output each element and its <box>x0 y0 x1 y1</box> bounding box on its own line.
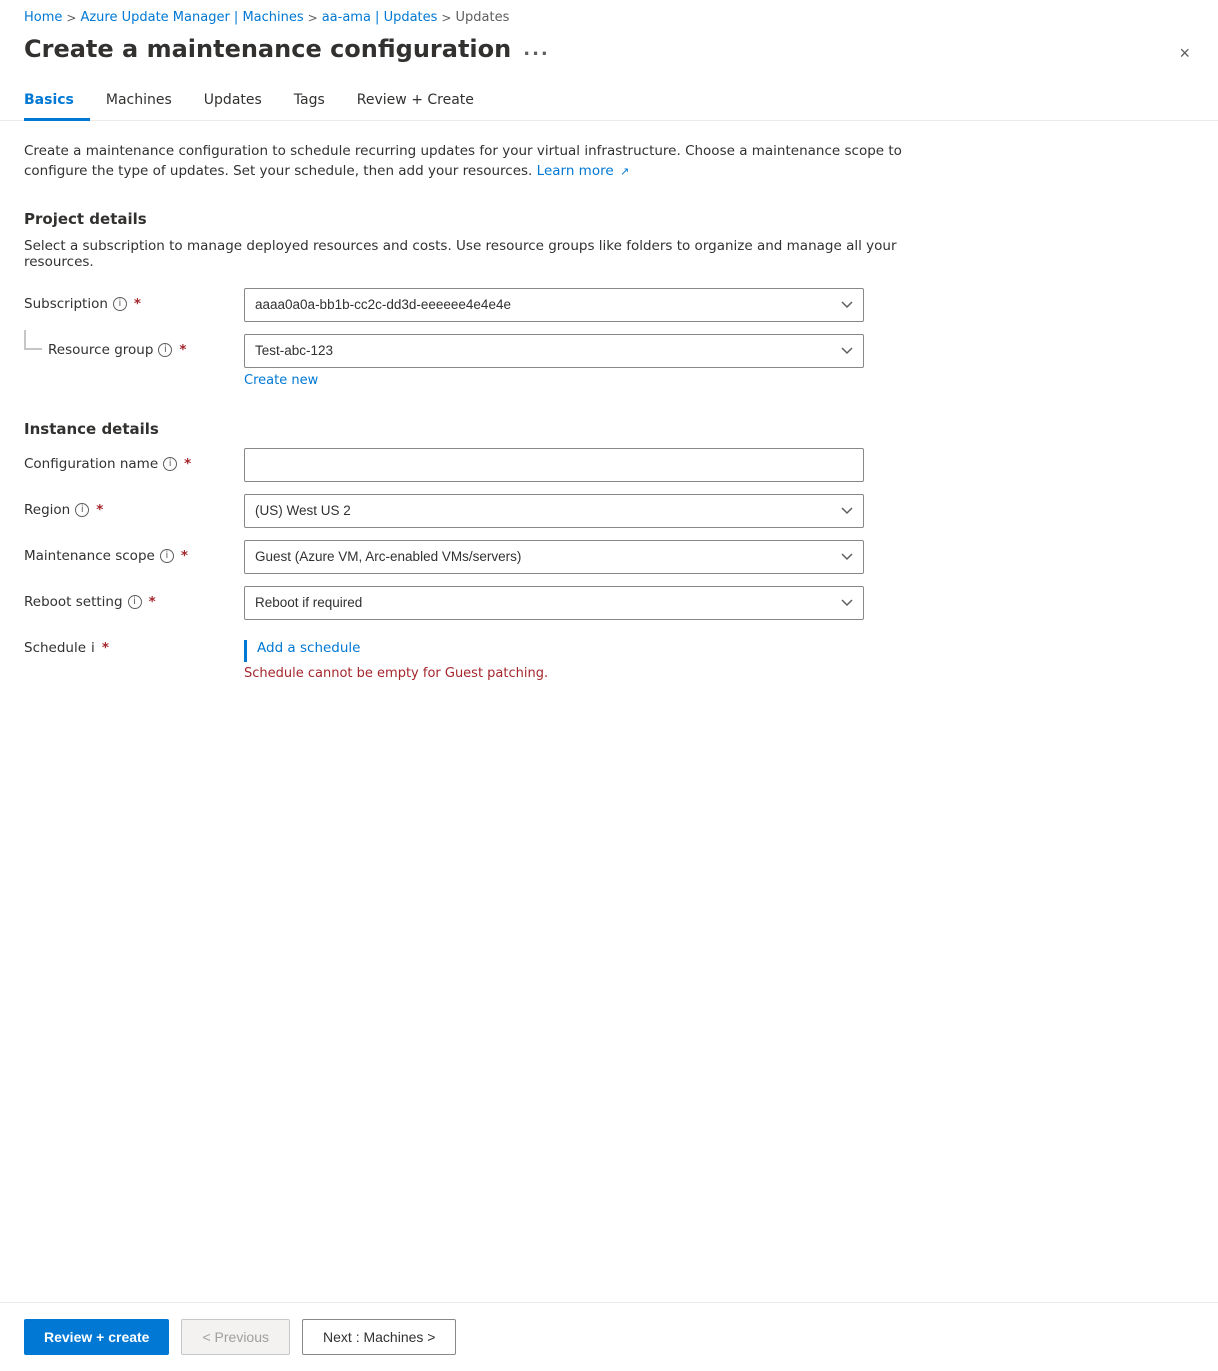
configuration-name-info-icon[interactable]: i <box>163 457 177 471</box>
page-title-group: Create a maintenance configuration ... <box>24 35 550 63</box>
page-description: Create a maintenance configuration to sc… <box>24 141 924 182</box>
close-button[interactable]: × <box>1175 39 1194 68</box>
tab-updates[interactable]: Updates <box>188 84 278 121</box>
next-button[interactable]: Next : Machines > <box>302 1319 456 1355</box>
reboot-setting-row: Reboot setting i * Reboot if required Al… <box>24 586 1194 620</box>
subscription-row: Subscription i * aaaa0a0a-bb1b-cc2c-dd3d… <box>24 288 1194 322</box>
region-select[interactable]: (US) West US 2 <box>244 494 864 528</box>
instance-details-section: Instance details Configuration name i * … <box>24 420 1194 681</box>
schedule-required: * <box>102 640 109 656</box>
schedule-bar <box>244 640 247 662</box>
region-label: Region i * <box>24 494 244 518</box>
resource-group-label-area: Resource group i * <box>24 334 244 358</box>
schedule-content: Add a schedule <box>244 632 864 662</box>
tabs-container: Basics Machines Updates Tags Review + Cr… <box>0 84 1218 121</box>
resource-group-control: Test-abc-123 Create new <box>244 334 864 388</box>
maintenance-scope-info-icon[interactable]: i <box>160 549 174 563</box>
add-schedule-link[interactable]: Add a schedule <box>257 632 361 656</box>
breadcrumb: Home > Azure Update Manager | Machines >… <box>0 0 1218 31</box>
breadcrumb-sep-1: > <box>66 11 76 25</box>
project-details-description: Select a subscription to manage deployed… <box>24 238 944 270</box>
maintenance-scope-required: * <box>181 548 188 564</box>
subscription-select[interactable]: aaaa0a0a-bb1b-cc2c-dd3d-eeeeee4e4e4e <box>244 288 864 322</box>
external-link-icon: ↗ <box>620 165 629 178</box>
tab-basics[interactable]: Basics <box>24 84 90 121</box>
create-new-resource-group-link[interactable]: Create new <box>244 373 318 388</box>
tab-machines[interactable]: Machines <box>90 84 188 121</box>
schedule-info-icon[interactable]: i <box>91 640 95 656</box>
resource-group-required: * <box>179 342 186 358</box>
more-options-button[interactable]: ... <box>523 39 550 60</box>
breadcrumb-current: Updates <box>455 10 509 25</box>
main-content: Create a maintenance configuration to sc… <box>0 121 1218 813</box>
configuration-name-row: Configuration name i * <box>24 448 1194 482</box>
reboot-setting-info-icon[interactable]: i <box>128 595 142 609</box>
project-details-heading: Project details <box>24 210 1194 228</box>
maintenance-scope-select[interactable]: Guest (Azure VM, Arc-enabled VMs/servers… <box>244 540 864 574</box>
configuration-name-label: Configuration name i * <box>24 448 244 472</box>
configuration-name-input[interactable] <box>244 448 864 482</box>
subscription-label: Subscription i * <box>24 288 244 312</box>
schedule-error-message: Schedule cannot be empty for Guest patch… <box>244 666 1194 681</box>
page-header: Create a maintenance configuration ... × <box>0 31 1218 84</box>
breadcrumb-aa-ama[interactable]: aa-ama | Updates <box>322 10 438 25</box>
schedule-label: Schedule i * <box>24 632 244 656</box>
page-title: Create a maintenance configuration <box>24 35 511 63</box>
footer: Review + create < Previous Next : Machin… <box>0 1302 1218 1371</box>
resource-group-indent <box>24 330 42 350</box>
reboot-setting-label: Reboot setting i * <box>24 586 244 610</box>
breadcrumb-sep-2: > <box>308 11 318 25</box>
review-create-button[interactable]: Review + create <box>24 1319 169 1355</box>
resource-group-select[interactable]: Test-abc-123 <box>244 334 864 368</box>
instance-details-heading: Instance details <box>24 420 1194 438</box>
configuration-name-control <box>244 448 864 482</box>
reboot-setting-control: Reboot if required Always reboot Never r… <box>244 586 864 620</box>
previous-button[interactable]: < Previous <box>181 1319 290 1355</box>
subscription-control: aaaa0a0a-bb1b-cc2c-dd3d-eeeeee4e4e4e <box>244 288 864 322</box>
region-control: (US) West US 2 <box>244 494 864 528</box>
subscription-required: * <box>134 296 141 312</box>
schedule-row: Schedule i * Add a schedule <box>24 632 1194 662</box>
subscription-info-icon[interactable]: i <box>113 297 127 311</box>
region-required: * <box>96 502 103 518</box>
configuration-name-required: * <box>184 456 191 472</box>
reboot-setting-required: * <box>149 594 156 610</box>
breadcrumb-sep-3: > <box>441 11 451 25</box>
learn-more-link[interactable]: Learn more ↗ <box>537 163 630 179</box>
maintenance-scope-control: Guest (Azure VM, Arc-enabled VMs/servers… <box>244 540 864 574</box>
breadcrumb-home[interactable]: Home <box>24 10 62 25</box>
resource-group-label: Resource group i * <box>48 342 186 358</box>
tab-tags[interactable]: Tags <box>278 84 341 121</box>
breadcrumb-azure-update-manager[interactable]: Azure Update Manager | Machines <box>80 10 303 25</box>
project-details-section: Project details Select a subscription to… <box>24 210 1194 388</box>
reboot-setting-select[interactable]: Reboot if required Always reboot Never r… <box>244 586 864 620</box>
region-row: Region i * (US) West US 2 <box>24 494 1194 528</box>
maintenance-scope-label: Maintenance scope i * <box>24 540 244 564</box>
region-info-icon[interactable]: i <box>75 503 89 517</box>
maintenance-scope-row: Maintenance scope i * Guest (Azure VM, A… <box>24 540 1194 574</box>
tab-review-create[interactable]: Review + Create <box>341 84 490 121</box>
resource-group-info-icon[interactable]: i <box>158 343 172 357</box>
